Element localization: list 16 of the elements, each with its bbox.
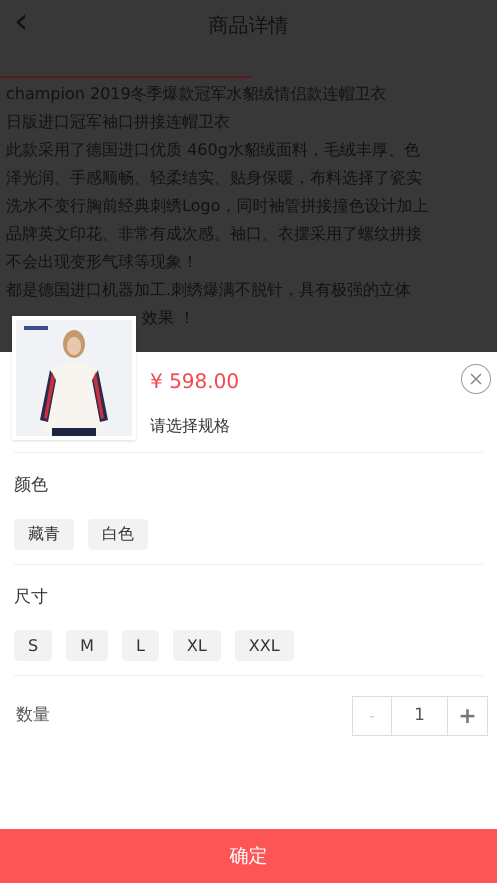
option-chip[interactable]: 藏青 (14, 518, 74, 550)
price: ¥ 598.00 (150, 368, 240, 395)
option-chip[interactable]: 白色 (88, 518, 148, 550)
close-icon (469, 372, 483, 386)
close-button[interactable] (461, 364, 491, 394)
group-label: 尺寸 (14, 586, 49, 608)
option-chip[interactable]: S (14, 630, 52, 661)
quantity-label: 数量 (15, 704, 50, 728)
option-chip[interactable]: XXL (234, 630, 294, 661)
option-chip[interactable]: M (66, 630, 108, 661)
option-chip[interactable]: L (122, 630, 159, 661)
spec-hint: 请选择规格 (150, 415, 230, 437)
option-chip[interactable]: XL (172, 630, 221, 661)
quantity-value[interactable]: 1 (392, 697, 448, 735)
increase-button[interactable]: + (448, 697, 487, 735)
group-label: 颜色 (14, 474, 49, 497)
